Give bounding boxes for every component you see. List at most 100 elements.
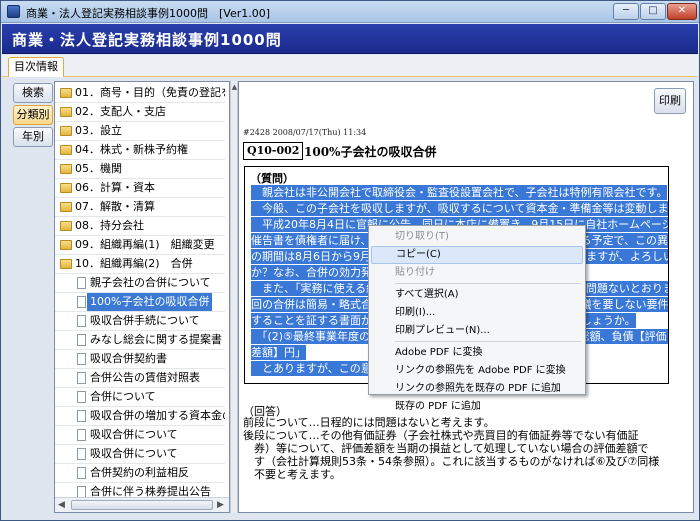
context-menu-item[interactable]: すべて選択(A) xyxy=(371,286,583,304)
question-heading: （質問） xyxy=(250,172,294,185)
tree-case-item[interactable]: 親子会社の合併について xyxy=(55,274,225,293)
tree-folder-item[interactable]: 03．設立 xyxy=(55,122,225,141)
context-menu-item[interactable]: リンクの参照先を既存の PDF に追加 xyxy=(371,380,583,398)
minimize-button[interactable]: ─ xyxy=(613,3,639,20)
document-icon xyxy=(77,448,86,460)
tree-item-label: 吸収合併について xyxy=(90,447,178,460)
tree-item-label: 01．商号・目的（免責の登記を xyxy=(75,86,225,99)
scroll-up-icon[interactable]: ▲ xyxy=(231,83,238,91)
tree-item-label: 06．計算・資本 xyxy=(75,181,155,194)
context-menu-item: 切り取り(T) xyxy=(395,231,449,242)
by-year-button[interactable]: 年別 xyxy=(13,127,53,147)
tree-item-label: 合併契約の利益相反 xyxy=(90,466,189,479)
tree-case-item[interactable]: 吸収合併について xyxy=(55,426,225,445)
tree-folder-item[interactable]: 10．組織再編(2) 合併 xyxy=(55,255,225,274)
folder-icon xyxy=(60,183,72,193)
folder-icon xyxy=(60,259,72,269)
tree-item-label: 04．株式・新株予約権 xyxy=(75,143,188,156)
tree-item-label: 03．設立 xyxy=(75,124,122,137)
context-menu-item[interactable]: コピー(C) xyxy=(371,246,583,264)
scroll-thumb[interactable] xyxy=(71,500,213,510)
tree-folder-item[interactable]: 09．組織再編(1) 組織変更 xyxy=(55,236,225,255)
tree-folder-item[interactable]: 08．持分会社 xyxy=(55,217,225,236)
title-bar[interactable]: 商業・法人登記実務相談事例1000問 [Ver1.00] ─ □ ✕ xyxy=(1,1,699,23)
context-menu-item: 貼り付け xyxy=(395,267,435,278)
tree-item-label: 吸収合併の増加する資本金の xyxy=(90,409,225,422)
question-line: 今般、この子会社を吸収しますが、吸収するについて資本金・準備金等は変動しませ xyxy=(251,201,668,216)
tree-item-label: 10．組織再編(2) 合併 xyxy=(75,257,193,270)
search-button[interactable]: 検索 xyxy=(13,83,53,103)
app-header: 商業・法人登記実務相談事例1000問 xyxy=(2,24,698,54)
folder-icon xyxy=(60,164,72,174)
tree-case-item[interactable]: 吸収合併について xyxy=(55,445,225,464)
document-icon xyxy=(77,372,86,384)
by-category-button[interactable]: 分類別 xyxy=(13,105,53,125)
answer-line: 前段について…日程的には問題はないと考えます。 xyxy=(243,416,495,429)
tree-folder-item[interactable]: 02．支配人・支店 xyxy=(55,103,225,122)
case-number: Q10-002 xyxy=(243,142,304,160)
document-icon xyxy=(77,410,86,422)
menu-separator xyxy=(395,283,581,284)
tree-horizontal-scrollbar[interactable]: ◀ ▶ xyxy=(55,497,229,512)
tree-item-label: 02．支配人・支店 xyxy=(75,105,166,118)
maximize-button[interactable]: □ xyxy=(640,3,666,20)
app-icon xyxy=(7,5,20,18)
context-menu-item[interactable]: 印刷(I)... xyxy=(371,304,583,322)
tree-item-label: 親子会社の合併について xyxy=(90,276,211,289)
window-title: 商業・法人登記実務相談事例1000問 [Ver1.00] xyxy=(26,7,271,20)
menu-separator xyxy=(395,341,581,342)
context-menu-item[interactable]: 印刷プレビュー(N)... xyxy=(371,322,583,340)
folder-icon xyxy=(60,126,72,136)
tree-item-label: 合併公告の賃借対照表 xyxy=(90,371,200,384)
tree-case-item[interactable]: みなし総会に関する提案書 xyxy=(55,331,225,350)
tree-folder-item[interactable]: 05．機関 xyxy=(55,160,225,179)
tree-case-item[interactable]: 100%子会社の吸収合併 xyxy=(55,293,225,312)
tab-contents[interactable]: 目次情報 xyxy=(8,57,64,77)
answer-line: す（会社計算規則53条・54条参照）。これに該当するものがなければ⑥及び⑦同様 xyxy=(243,455,660,468)
folder-icon xyxy=(60,88,72,98)
app-window: 商業・法人登記実務相談事例1000問 [Ver1.00] ─ □ ✕ 商業・法人… xyxy=(0,0,700,521)
tree-case-item[interactable]: 合併公告の賃借対照表 xyxy=(55,369,225,388)
answer-line: 不要と考えます。 xyxy=(243,468,341,481)
tree-item-label: 吸収合併手続について xyxy=(90,314,200,327)
tree-vertical-scrollbar[interactable]: ▲ xyxy=(230,81,238,513)
tree-case-item[interactable]: 吸収合併契約書 xyxy=(55,350,225,369)
document-icon xyxy=(77,296,86,308)
tree-item-label: 合併について xyxy=(90,390,156,403)
tree-item-label: 05．機関 xyxy=(75,162,122,175)
tree-folder-item[interactable]: 01．商号・目的（免責の登記を xyxy=(55,84,225,103)
context-menu: 切り取り(T) コピー(C) 貼り付けすべて選択(A) 印刷(I)... 印刷プレビュー… xyxy=(368,225,586,412)
side-buttons: 検索 分類別 年別 xyxy=(13,83,53,149)
tree-folder-item[interactable]: 06．計算・資本 xyxy=(55,179,225,198)
context-menu-item[interactable]: Adobe PDF に変換 xyxy=(371,344,583,362)
tree-folder-item[interactable]: 07．解散・清算 xyxy=(55,198,225,217)
tree-case-item[interactable]: 合併について xyxy=(55,388,225,407)
scroll-left-icon[interactable]: ◀ xyxy=(58,500,65,510)
document-icon xyxy=(77,467,86,479)
folder-icon xyxy=(60,240,72,250)
tree-case-item[interactable]: 合併契約の利益相反 xyxy=(55,464,225,483)
close-button[interactable]: ✕ xyxy=(667,3,697,20)
tree-case-item[interactable]: 吸収合併の増加する資本金の xyxy=(55,407,225,426)
tree-item-label: みなし総会に関する提案書 xyxy=(90,333,222,346)
tree-item-label: 09．組織再編(1) 組織変更 xyxy=(75,238,215,251)
tree-item-label: 08．持分会社 xyxy=(75,219,144,232)
context-menu-item[interactable]: 既存の PDF に追加 xyxy=(371,398,583,416)
tree-case-item[interactable]: 吸収合併手続について xyxy=(55,312,225,331)
document-icon xyxy=(77,334,86,346)
tree-folder-item[interactable]: 04．株式・新株予約権 xyxy=(55,141,225,160)
category-tree[interactable]: 10．組織再編(2) 合併 09．組織再編(1) 組織変更 08．持分会社 07．解散… xyxy=(54,81,230,513)
document-icon xyxy=(77,277,86,289)
question-line: 親会社は非公開会社で取締役会・監査役設置会社で、子会社は特例有限会社です。 xyxy=(251,185,668,200)
answer-line: 後段について…その他有価証券（子会社株式や売買目的有価証券等でない有価証 xyxy=(243,429,639,442)
print-button[interactable]: 印刷 xyxy=(654,88,686,114)
scroll-right-icon[interactable]: ▶ xyxy=(217,500,224,510)
document-icon xyxy=(77,429,86,441)
context-menu-item[interactable]: リンクの参照先を Adobe PDF に変換 xyxy=(371,362,583,380)
answer-line: 券）等について、評価差額を当期の損益として処理していない場合の評価差額で xyxy=(243,442,649,455)
tree-item-label: 吸収合併について xyxy=(90,428,178,441)
question-line: 差額】円」 xyxy=(251,345,306,360)
tree-item-label: 07．解散・清算 xyxy=(75,200,155,213)
document-icon xyxy=(77,391,86,403)
document-icon xyxy=(77,315,86,327)
